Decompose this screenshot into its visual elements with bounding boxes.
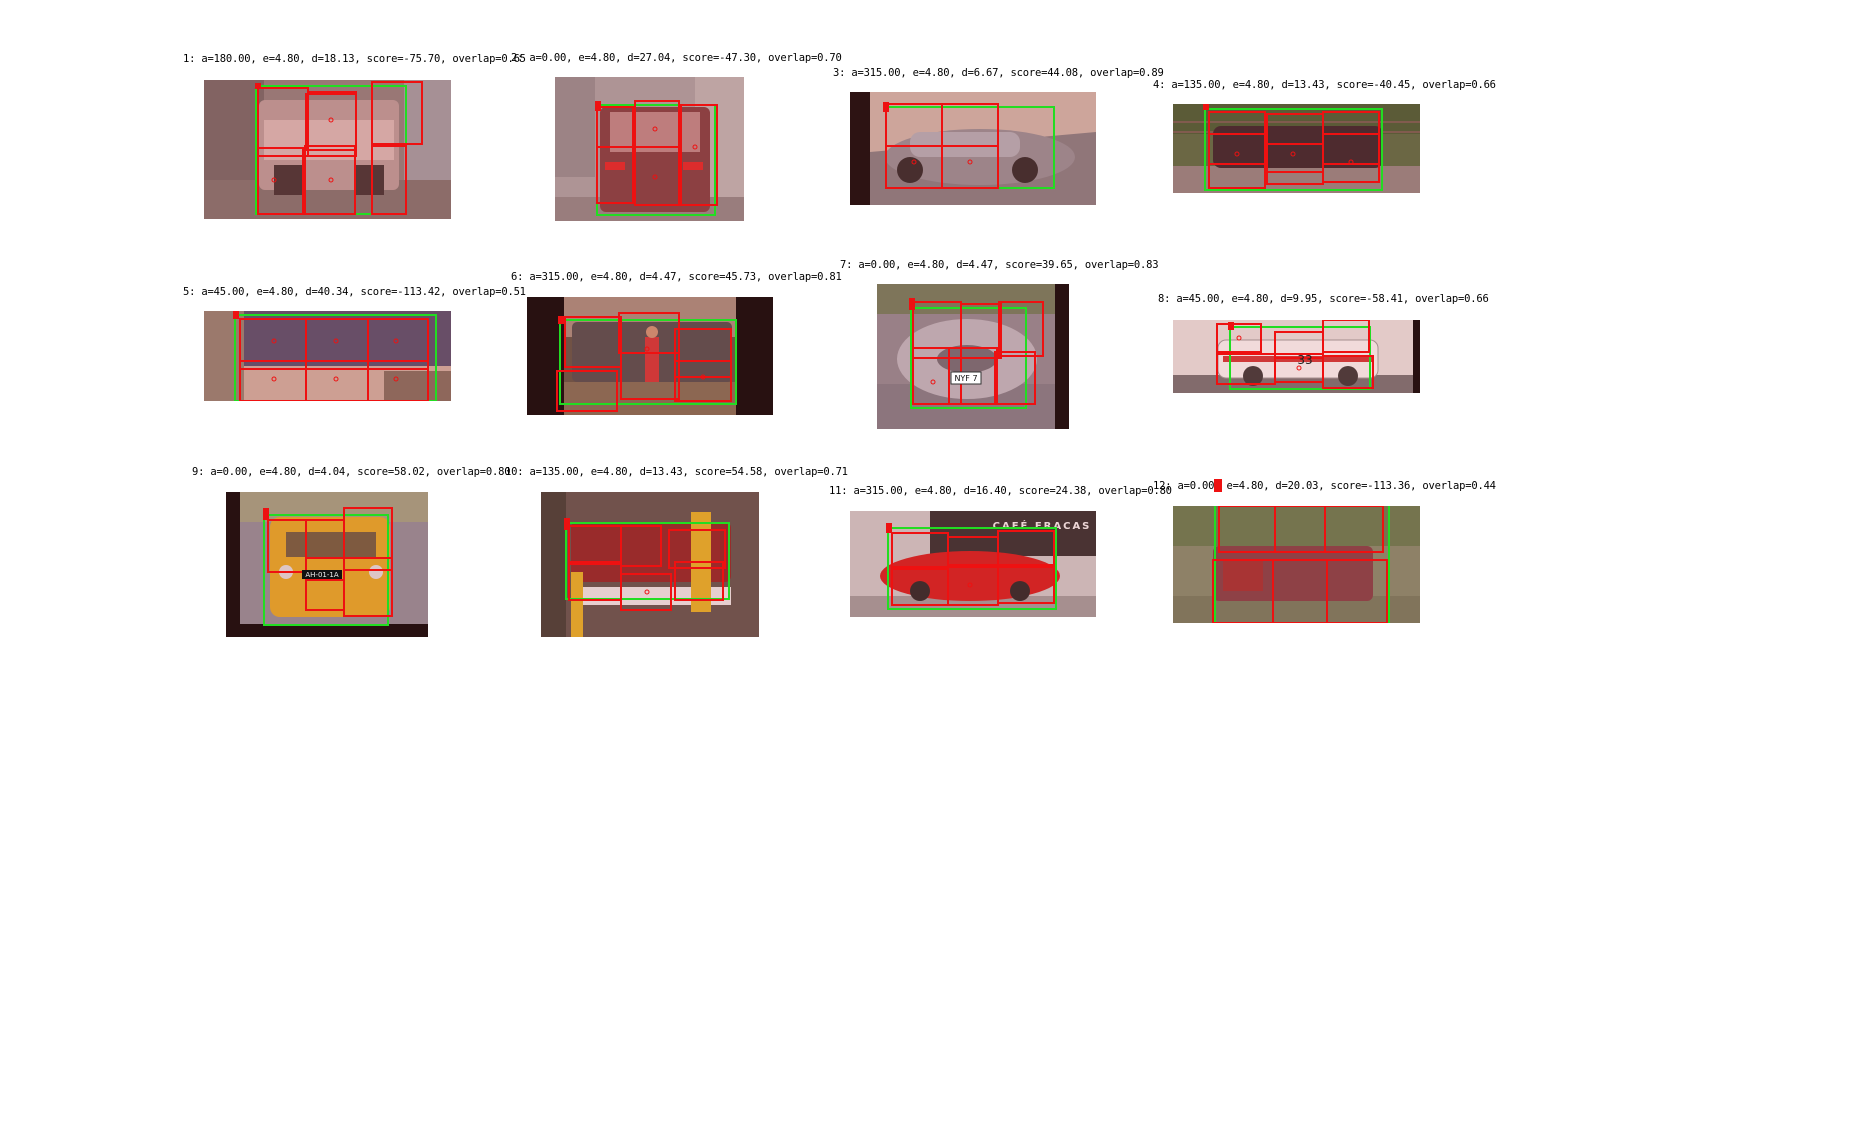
detection-image — [1173, 104, 1420, 193]
detection-image — [204, 80, 451, 219]
panel-image: AH-01-1A — [226, 492, 428, 637]
panel-image — [1173, 104, 1420, 193]
panel-caption: 10: a=135.00, e=4.80, d=13.43, score=54.… — [505, 466, 848, 478]
license-plate-text: NYF 7 — [954, 374, 977, 383]
panel-image — [555, 77, 744, 221]
detection-image — [527, 297, 773, 415]
panel-image: CAFÉ FRACAS — [850, 511, 1096, 617]
detection-image: AH-01-1A — [226, 492, 428, 637]
panel-image — [527, 297, 773, 415]
detection-image: NYF 7 — [877, 284, 1069, 429]
panel-caption: 11: a=315.00, e=4.80, d=16.40, score=24.… — [829, 485, 1172, 497]
panel-caption: 5: a=45.00, e=4.80, d=40.34, score=-113.… — [183, 286, 526, 298]
highlight-marker — [1214, 479, 1222, 492]
panel-image: 33 — [1173, 320, 1420, 393]
detection-image — [204, 311, 451, 401]
detection-image: CAFÉ FRACAS — [850, 511, 1096, 617]
panel-image — [204, 80, 451, 219]
panel-image: NYF 7 — [877, 284, 1069, 429]
panel-image — [850, 92, 1096, 205]
detection-image: 33 — [1173, 320, 1420, 393]
panel-image — [1173, 506, 1420, 623]
panel-caption: 6: a=315.00, e=4.80, d=4.47, score=45.73… — [511, 271, 842, 283]
detection-image — [850, 92, 1096, 205]
panel-caption: 3: a=315.00, e=4.80, d=6.67, score=44.08… — [833, 67, 1164, 79]
panel-caption: 9: a=0.00, e=4.80, d=4.04, score=58.02, … — [192, 466, 511, 478]
panel-caption: 8: a=45.00, e=4.80, d=9.95, score=-58.41… — [1158, 293, 1489, 305]
panel-caption: 2: a=0.00, e=4.80, d=27.04, score=-47.30… — [511, 52, 842, 64]
panel-caption: 12: a=0.00, e=4.80, d=20.03, score=-113.… — [1153, 480, 1496, 492]
panel-image — [541, 492, 759, 637]
panel-caption: 4: a=135.00, e=4.80, d=13.43, score=-40.… — [1153, 79, 1496, 91]
panel-image — [204, 311, 451, 401]
license-plate-text: AH-01-1A — [305, 571, 338, 579]
panel-caption: 7: a=0.00, e=4.80, d=4.47, score=39.65, … — [840, 259, 1159, 271]
detection-image — [541, 492, 759, 637]
detection-image — [1173, 506, 1420, 623]
detection-image — [555, 77, 744, 221]
race-number: 33 — [1297, 353, 1312, 367]
panel-caption: 1: a=180.00, e=4.80, d=18.13, score=-75.… — [183, 53, 526, 65]
